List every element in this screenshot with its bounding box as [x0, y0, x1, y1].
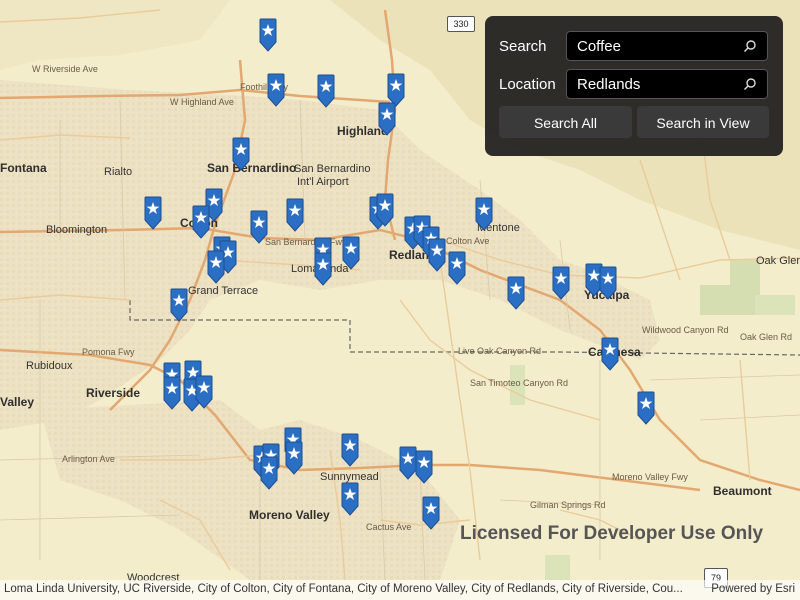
star-pin-icon[interactable] [260, 456, 278, 490]
place-label: San Bernardino [207, 161, 296, 175]
star-pin-icon[interactable] [637, 391, 655, 425]
star-pin-icon[interactable] [163, 376, 181, 410]
place-label: San Bernardino [294, 163, 370, 175]
star-pin-icon[interactable] [601, 337, 619, 371]
star-pin-icon[interactable] [376, 193, 394, 227]
place-label: Valley [0, 395, 34, 409]
place-label: Int'l Airport [297, 176, 349, 188]
search-input[interactable] [567, 32, 747, 60]
star-pin-icon[interactable] [378, 102, 396, 136]
road-label: Cactus Ave [366, 522, 411, 532]
star-pin-icon[interactable] [285, 441, 303, 475]
road-label: Arlington Ave [62, 454, 115, 464]
route-shield: 330 [447, 16, 475, 32]
attribution-bar: Loma Linda University, UC Riverside, Cit… [0, 580, 800, 600]
star-pin-icon[interactable] [259, 18, 277, 52]
road-label: W Riverside Ave [32, 64, 98, 74]
road-label: Moreno Valley Fwy [612, 472, 688, 482]
search-panel: Search Location Search All Search in Vie… [485, 16, 783, 156]
star-pin-icon[interactable] [415, 450, 433, 484]
location-input[interactable] [567, 70, 747, 98]
location-field[interactable] [566, 69, 768, 99]
place-label: Rubidoux [26, 360, 73, 372]
road-label: W Highland Ave [170, 97, 234, 107]
star-pin-icon[interactable] [170, 288, 188, 322]
location-label: Location [499, 76, 556, 93]
search-all-button[interactable]: Search All [499, 106, 632, 138]
place-label: Oak Glen [756, 255, 800, 267]
road-label: Oak Glen Rd [740, 332, 792, 342]
star-pin-icon[interactable] [144, 196, 162, 230]
road-label: Colton Ave [446, 236, 489, 246]
attribution-text[interactable]: Loma Linda University, UC Riverside, Cit… [4, 583, 704, 595]
star-pin-icon[interactable] [422, 496, 440, 530]
search-icon[interactable] [743, 77, 757, 91]
road-label: Pomona Fwy [82, 347, 135, 357]
search-label: Search [499, 38, 547, 55]
star-pin-icon[interactable] [507, 276, 525, 310]
star-pin-icon[interactable] [286, 198, 304, 232]
road-label: San Timoteo Canyon Rd [470, 378, 568, 388]
place-label: Beaumont [713, 484, 772, 498]
star-pin-icon[interactable] [267, 73, 285, 107]
place-label: Bloomington [46, 224, 107, 236]
star-pin-icon[interactable] [250, 210, 268, 244]
place-label: Rialto [104, 166, 132, 178]
star-pin-icon[interactable] [341, 482, 359, 516]
search-in-view-button[interactable]: Search in View [637, 106, 769, 138]
road-label: Wildwood Canyon Rd [642, 325, 729, 335]
star-pin-icon[interactable] [428, 238, 446, 272]
star-pin-icon[interactable] [552, 266, 570, 300]
road-label: Live Oak Canyon Rd [458, 346, 541, 356]
search-field[interactable] [566, 31, 768, 61]
star-pin-icon[interactable] [448, 251, 466, 285]
road-label: Gilman Springs Rd [530, 500, 606, 510]
powered-by-esri[interactable]: Powered by Esri [711, 583, 795, 595]
road-label: San Bernardino Fwy [265, 237, 347, 247]
developer-watermark: Licensed For Developer Use Only [460, 523, 764, 544]
star-pin-icon[interactable] [314, 252, 332, 286]
place-label: Grand Terrace [188, 285, 258, 297]
star-pin-icon[interactable] [232, 137, 250, 171]
star-pin-icon[interactable] [207, 250, 225, 284]
star-pin-icon[interactable] [195, 375, 213, 409]
place-label: Fontana [0, 161, 47, 175]
star-pin-icon[interactable] [342, 236, 360, 270]
star-pin-icon[interactable] [599, 266, 617, 300]
star-pin-icon[interactable] [341, 433, 359, 467]
place-label: Riverside [86, 386, 140, 400]
star-pin-icon[interactable] [192, 205, 210, 239]
star-pin-icon[interactable] [317, 74, 335, 108]
star-pin-icon[interactable] [475, 197, 493, 231]
place-label: Moreno Valley [249, 508, 330, 522]
search-icon[interactable] [743, 39, 757, 53]
